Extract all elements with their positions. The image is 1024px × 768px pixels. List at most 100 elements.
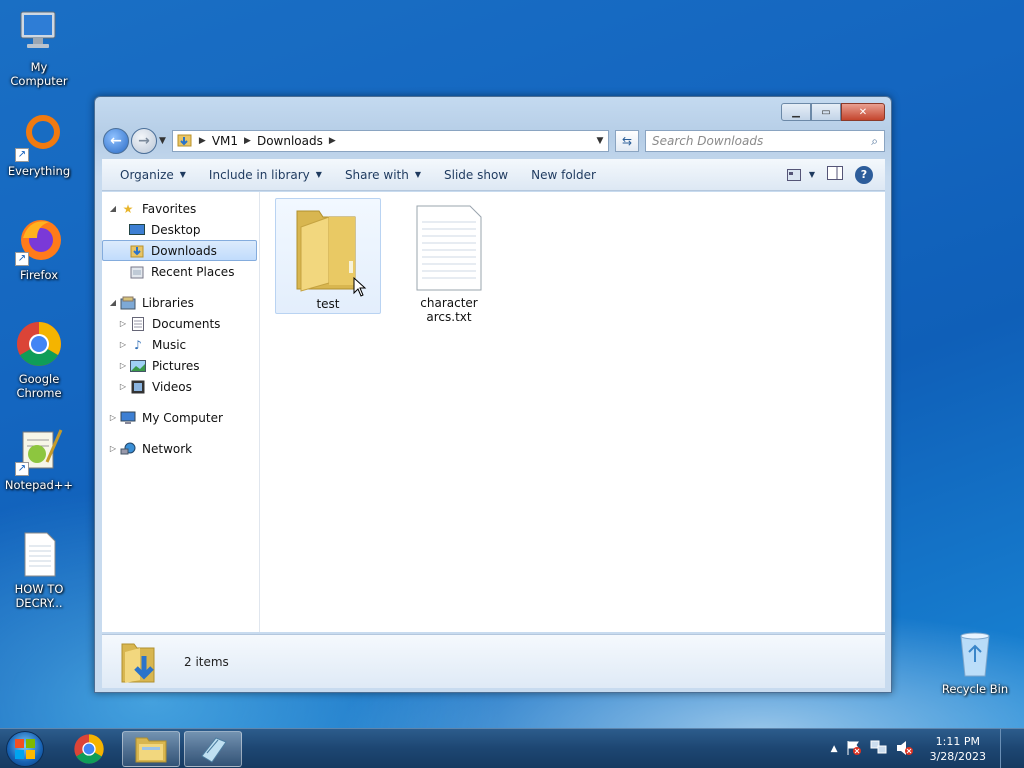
nav-favorites[interactable]: ◢ ★ Favorites: [102, 198, 259, 219]
breadcrumb-separator[interactable]: ▶: [244, 136, 251, 146]
start-button[interactable]: [6, 731, 44, 767]
firefox-icon: ↗: [15, 216, 63, 266]
desktop-icon-label: Notepad++: [4, 478, 74, 492]
view-options-button[interactable]: ▼: [786, 168, 815, 181]
back-button[interactable]: ←: [103, 128, 129, 154]
recycle-bin-icon: [951, 630, 999, 678]
desktop-icon-firefox[interactable]: ↗ Firefox: [1, 216, 77, 282]
chevron-down-icon: ▼: [179, 170, 186, 179]
close-icon: ✕: [858, 106, 868, 118]
desktop-icon-my-computer[interactable]: My Computer: [1, 8, 77, 88]
expand-triangle-icon[interactable]: ▷: [118, 382, 128, 391]
shortcut-arrow-icon: ↗: [15, 462, 29, 476]
volume-muted-icon[interactable]: [896, 740, 914, 759]
organize-label: Organize: [120, 167, 174, 182]
nav-label: Pictures: [152, 358, 200, 373]
taskbar-explorer[interactable]: [122, 731, 180, 767]
nav-my-computer[interactable]: ▷ My Computer: [102, 407, 259, 428]
explorer-body: ◢ ★ Favorites Desktop Downloads Recent Pla…: [102, 192, 885, 632]
computer-icon: [120, 411, 136, 425]
nav-documents[interactable]: ▷ Documents: [102, 313, 259, 334]
minimize-button[interactable]: ▁: [781, 103, 811, 121]
desktop-icon-label: HOW TO DECRY...: [14, 582, 64, 610]
nav-label: My Computer: [142, 410, 223, 425]
share-with-button[interactable]: Share with ▼: [337, 168, 436, 182]
action-center-icon[interactable]: [846, 740, 862, 759]
nav-downloads[interactable]: Downloads: [102, 240, 257, 261]
nav-libraries[interactable]: ◢ Libraries: [102, 292, 259, 313]
slideshow-label: Slide show: [444, 167, 509, 182]
desktop-icon-chrome[interactable]: Google Chrome: [1, 320, 77, 400]
maximize-button[interactable]: ▭: [811, 103, 841, 121]
refresh-button[interactable]: ⇆: [615, 130, 639, 152]
share-label: Share with: [344, 167, 409, 182]
expand-triangle-icon[interactable]: ▷: [118, 319, 128, 328]
include-label: Include in library: [208, 167, 310, 182]
clock[interactable]: 1:11 PM 3/28/2023: [930, 734, 986, 764]
explorer-window[interactable]: ▁ ▭ ✕ ← → ▼ ▶ VM1 ▶ Downloads ▶ ▼ ⇆ Sear…: [94, 96, 892, 693]
nav-pictures[interactable]: ▷ Pictures: [102, 355, 259, 376]
star-icon: ★: [122, 201, 134, 216]
slide-show-button[interactable]: Slide show: [436, 168, 523, 182]
expand-triangle-icon[interactable]: ▷: [118, 361, 128, 370]
breadcrumb-separator[interactable]: ▶: [329, 136, 336, 146]
nav-label: Documents: [152, 316, 221, 331]
taskbar-chrome[interactable]: [60, 731, 118, 767]
music-icon: ♪: [134, 337, 142, 352]
nav-label: Desktop: [151, 222, 201, 237]
search-box[interactable]: Search Downloads ⌕: [645, 130, 885, 152]
desktop-icon-recycle-bin[interactable]: Recycle Bin: [937, 630, 1013, 696]
libraries-icon: [120, 296, 136, 310]
explorer-icon: [135, 737, 167, 763]
chevron-down-icon: ▼: [315, 170, 322, 179]
file-name: character arcs.txt: [420, 296, 478, 324]
file-item-text[interactable]: character arcs.txt: [396, 198, 502, 324]
everything-icon: ↗: [15, 112, 63, 162]
organize-button[interactable]: Organize ▼: [112, 168, 201, 182]
help-button[interactable]: ?: [855, 165, 873, 184]
include-in-library-button[interactable]: Include in library ▼: [201, 168, 337, 182]
preview-pane-button[interactable]: [827, 166, 843, 183]
nav-music[interactable]: ▷ ♪ Music: [102, 334, 259, 355]
nav-desktop[interactable]: Desktop: [102, 219, 259, 240]
minimize-icon: ▁: [792, 106, 800, 118]
search-input[interactable]: Search Downloads: [652, 134, 763, 148]
chrome-icon: [15, 320, 63, 368]
new-folder-button[interactable]: New folder: [523, 168, 611, 182]
breadcrumb-vm1[interactable]: VM1: [212, 134, 238, 148]
address-dropdown-icon[interactable]: ▼: [592, 136, 608, 146]
show-desktop-button[interactable]: [1000, 729, 1010, 768]
search-icon[interactable]: ⌕: [871, 134, 878, 149]
collapse-triangle-icon[interactable]: ◢: [108, 298, 118, 307]
expand-triangle-icon[interactable]: ▷: [108, 444, 118, 453]
forward-button[interactable]: →: [131, 128, 157, 154]
help-icon: ?: [860, 168, 868, 181]
text-file-icon: [15, 530, 63, 578]
back-arrow-icon: ←: [110, 133, 122, 149]
pictures-icon: [130, 359, 146, 373]
nav-label: Recent Places: [151, 264, 235, 279]
close-button[interactable]: ✕: [841, 103, 885, 121]
recent-pages-dropdown[interactable]: ▼: [159, 136, 166, 146]
taskbar-notepad[interactable]: [184, 731, 242, 767]
address-bar[interactable]: ▶ VM1 ▶ Downloads ▶ ▼: [171, 130, 609, 152]
network-status-icon[interactable]: [870, 740, 888, 759]
nav-recent-places[interactable]: Recent Places: [102, 261, 259, 282]
nav-network[interactable]: ▷ Network: [102, 438, 259, 459]
show-hidden-icons-button[interactable]: ▲: [831, 744, 838, 754]
desktop-icon-label: Recycle Bin: [941, 682, 1009, 696]
collapse-triangle-icon[interactable]: ◢: [108, 204, 118, 213]
desktop-icon-how-to-decrypt[interactable]: HOW TO DECRY...: [1, 530, 77, 610]
desktop-icon-notepadpp[interactable]: ↗ Notepad++: [1, 426, 77, 492]
nav-videos[interactable]: ▷ Videos: [102, 376, 259, 397]
desktop-icon-everything[interactable]: ↗ Everything: [1, 112, 77, 178]
breadcrumb-separator[interactable]: ▶: [199, 136, 206, 146]
expand-triangle-icon[interactable]: ▷: [108, 413, 118, 422]
nav-label: Libraries: [142, 295, 194, 310]
breadcrumb-downloads[interactable]: Downloads: [257, 134, 323, 148]
forward-arrow-icon: →: [138, 133, 150, 149]
desktop-icon-label: Firefox: [19, 268, 59, 282]
preview-pane-icon: [827, 166, 843, 180]
file-name: test: [316, 297, 340, 311]
expand-triangle-icon[interactable]: ▷: [118, 340, 128, 349]
